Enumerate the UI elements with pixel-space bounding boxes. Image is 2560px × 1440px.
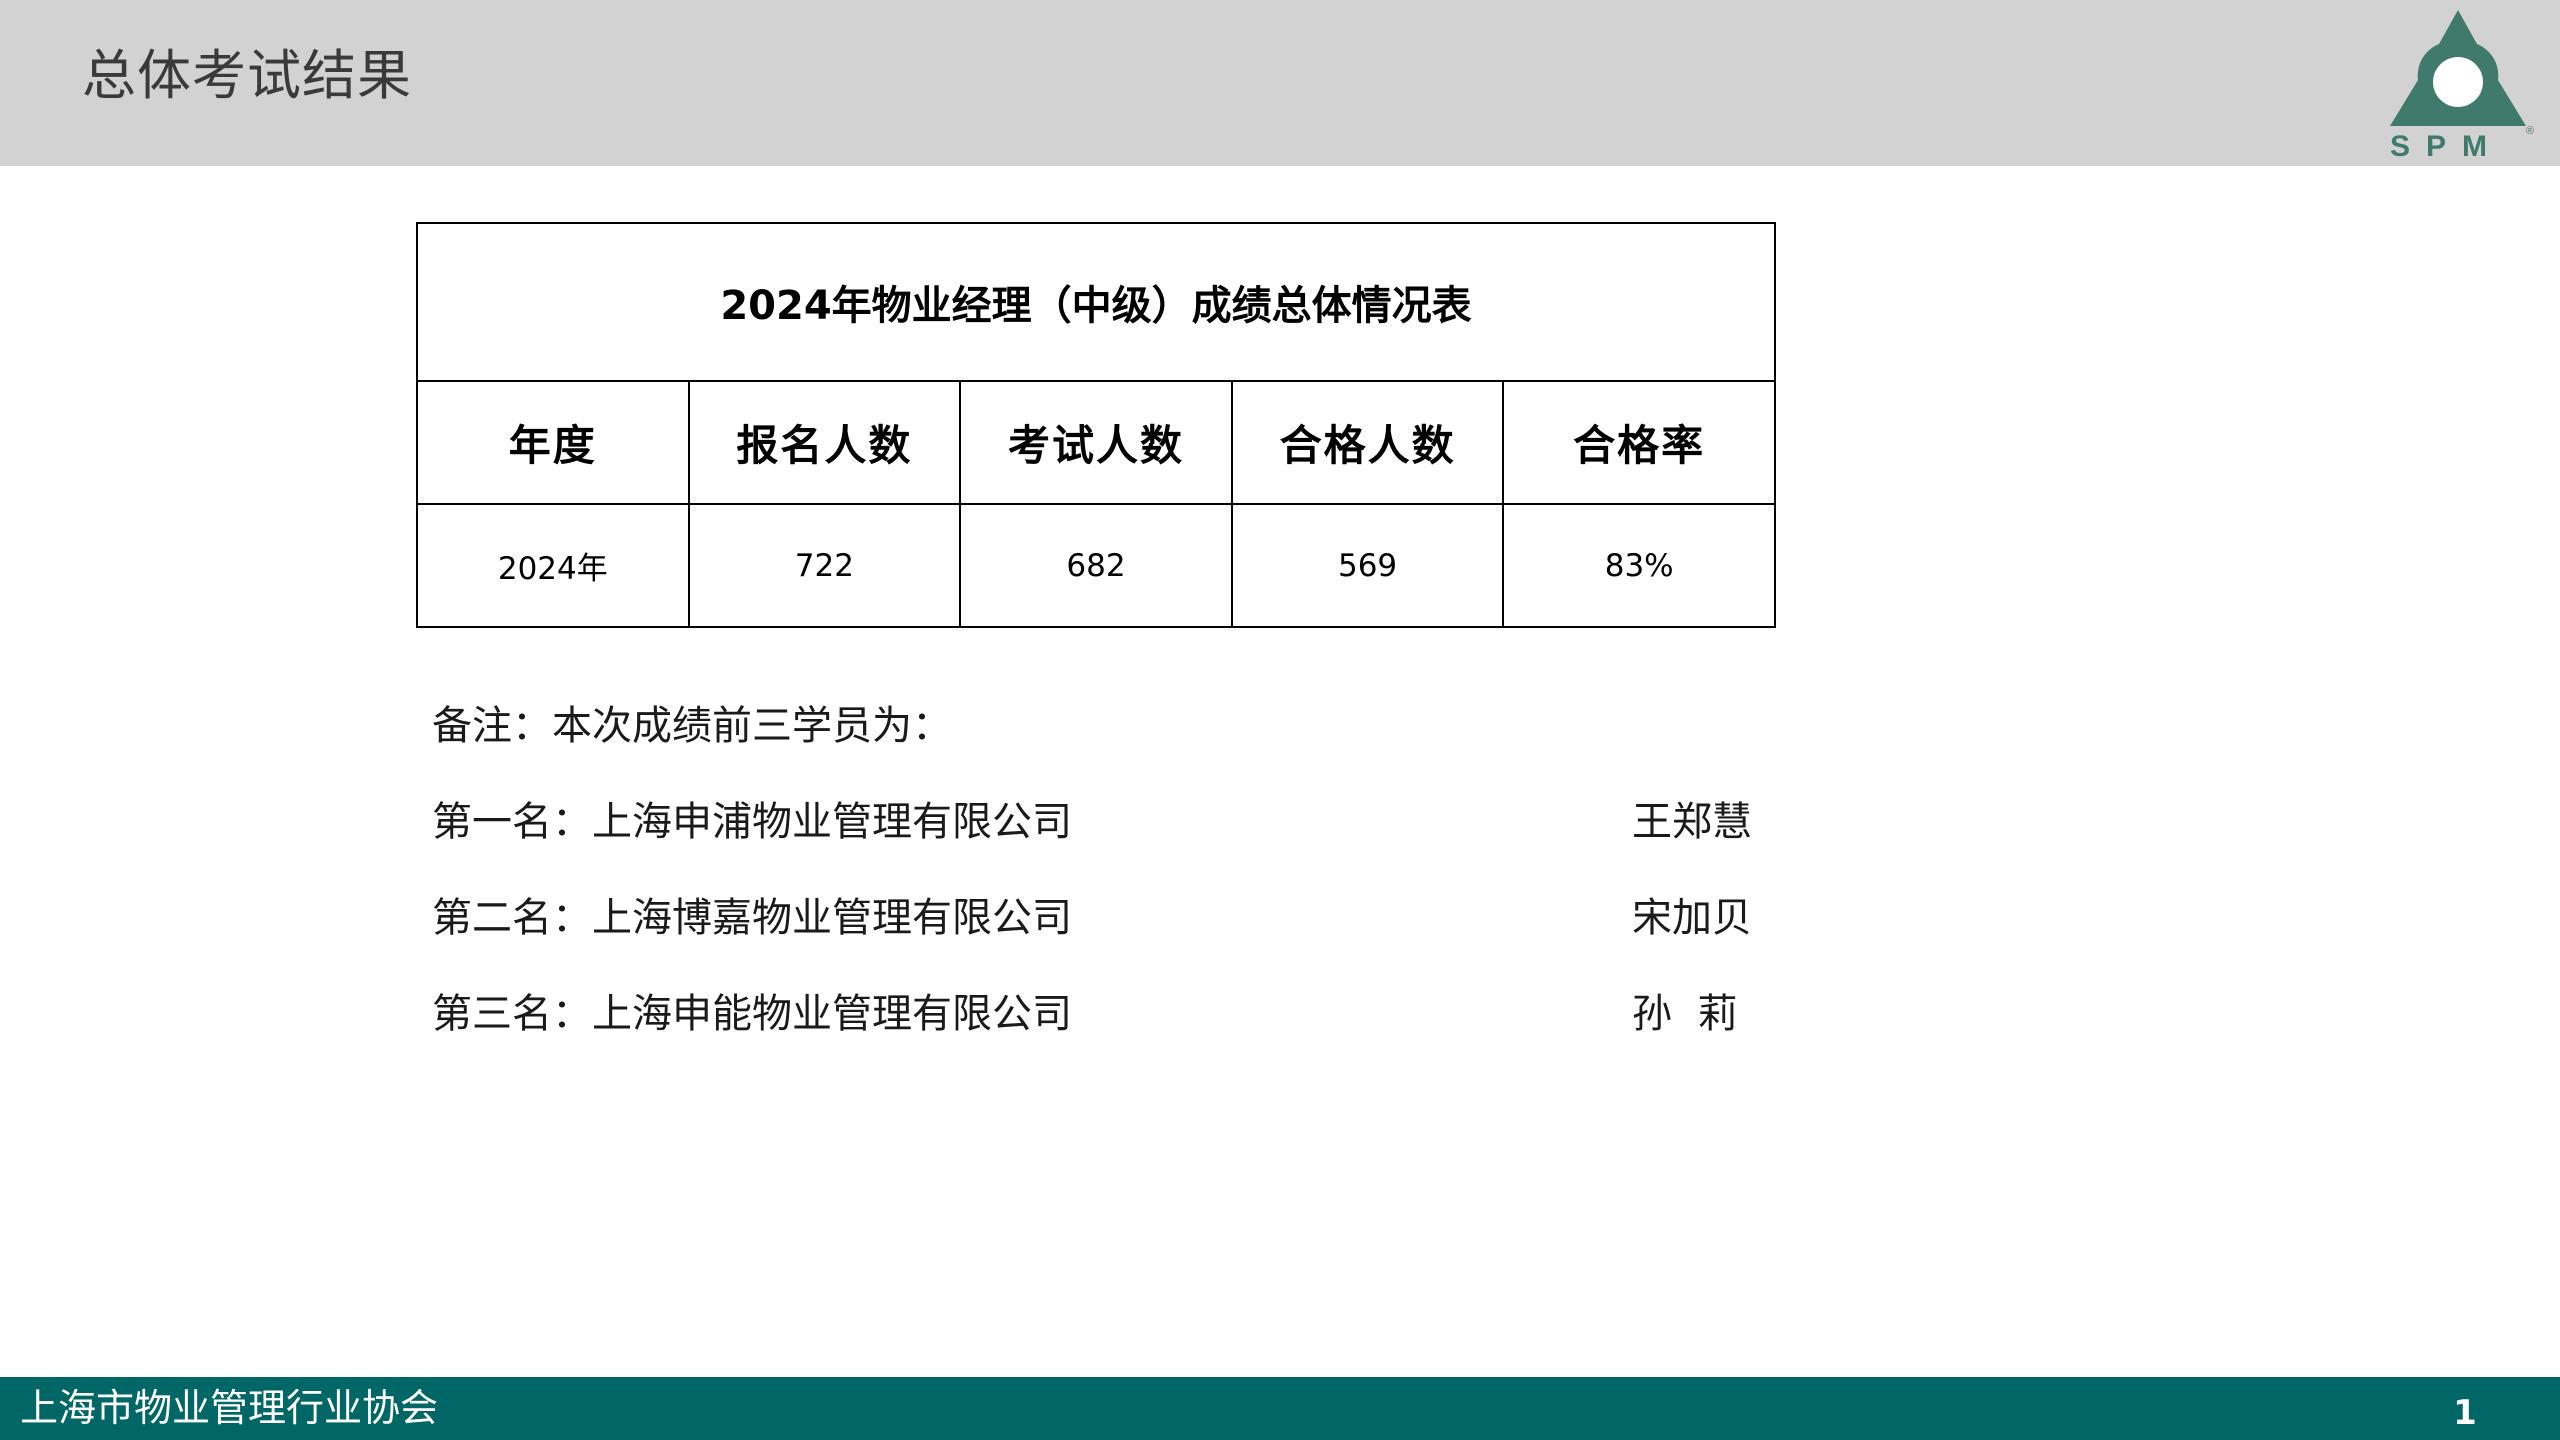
table-row: 2024年 722 682 569 83% [416, 503, 1776, 628]
cell-examined: 682 [959, 503, 1233, 628]
header-examined: 考试人数 [959, 380, 1233, 505]
winner-rank-company: 第三名：上海申能物业管理有限公司 [432, 991, 1072, 1037]
table-caption: 2024年物业经理（中级）成绩总体情况表 [416, 222, 1776, 382]
winner-rank-company: 第二名：上海博嘉物业管理有限公司 [432, 895, 1072, 941]
logo-text: SPM [2390, 130, 2503, 158]
cell-passed: 569 [1230, 503, 1505, 628]
page-number: 1 [2453, 1393, 2477, 1433]
header-pass-rate: 合格率 [1502, 380, 1776, 505]
winner-first: 第一名：上海申浦物业管理有限公司 王郑慧 [432, 790, 1762, 854]
spm-logo-icon: SPM ® [2390, 10, 2534, 158]
header-year: 年度 [416, 380, 690, 505]
cell-pass-rate: 83% [1502, 503, 1776, 628]
winner-person: 王郑慧 [1632, 799, 1752, 845]
winner-rank-company: 第一名：上海申浦物业管理有限公司 [432, 799, 1072, 845]
results-table: 2024年物业经理（中级）成绩总体情况表 年度 报名人数 考试人数 合格人数 合… [416, 222, 1776, 628]
notes-title: 备注：本次成绩前三学员为： [432, 703, 952, 749]
winner-third: 第三名：上海申能物业管理有限公司 孙 莉 [432, 982, 1762, 1046]
cell-registered: 722 [687, 503, 962, 628]
logo-registered-mark: ® [2526, 125, 2534, 137]
header-registered: 报名人数 [687, 380, 962, 505]
winner-person: 宋加贝 [1632, 895, 1752, 941]
footer-organization: 上海市物业管理行业协会 [20, 1386, 439, 1430]
table-caption-row: 2024年物业经理（中级）成绩总体情况表 [416, 222, 1776, 382]
header-passed: 合格人数 [1230, 380, 1505, 505]
page-title: 总体考试结果 [82, 44, 412, 107]
slide: 总体考试结果 SPM ® 2024年物业经理（中级）成绩总体情况表 年度 报名人… [0, 0, 2560, 1440]
winner-second: 第二名：上海博嘉物业管理有限公司 宋加贝 [432, 886, 1762, 950]
table-header-row: 年度 报名人数 考试人数 合格人数 合格率 [416, 380, 1776, 505]
cell-year: 2024年 [416, 503, 690, 628]
winner-person: 孙 莉 [1632, 991, 1738, 1037]
